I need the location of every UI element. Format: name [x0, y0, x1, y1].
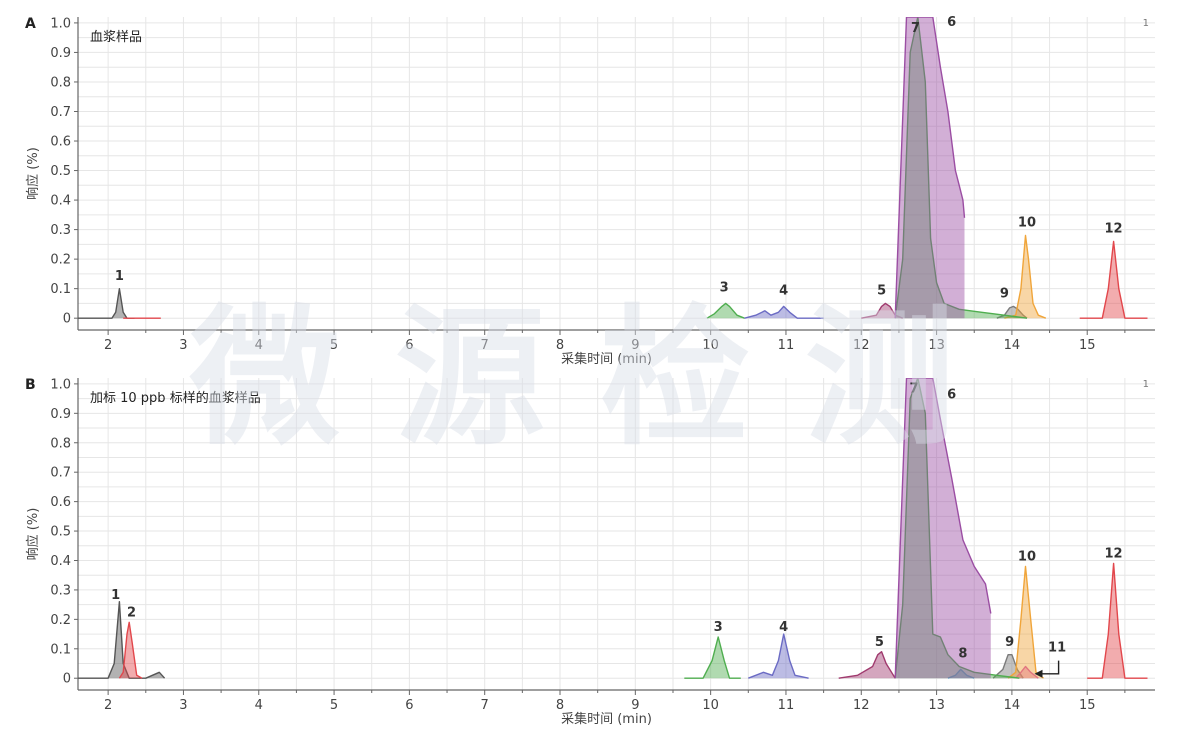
y-tick-label: 0.7 [50, 466, 71, 481]
peak-label: 8 [958, 647, 967, 662]
peak-label: 12 [1105, 547, 1123, 562]
x-tick-label: 5 [330, 698, 338, 713]
y-tick-label: 0.9 [50, 46, 71, 61]
corner-label: 1 [1143, 379, 1149, 390]
x-tick-label: 10 [702, 698, 719, 713]
peak-label: 6 [947, 15, 956, 30]
x-tick-label: 12 [853, 698, 870, 713]
x-tick-label: 7 [481, 698, 489, 713]
y-tick-label: 0.6 [50, 495, 71, 510]
series-group [78, 17, 1148, 319]
peak-label: 4 [779, 620, 788, 635]
peak-label: 10 [1018, 216, 1036, 231]
y-tick-label: 0.6 [50, 135, 71, 150]
y-tick-label: 0.3 [50, 223, 71, 238]
peak-label: 3 [714, 620, 723, 635]
y-tick-label: 0.4 [50, 194, 71, 209]
peak-label: 11 [1048, 641, 1066, 656]
x-tick-label: 13 [928, 698, 945, 713]
peak-label: 1 [115, 269, 124, 284]
y-tick-label: 0.4 [50, 554, 71, 569]
y-axis-title: 响应 (%) [25, 147, 41, 200]
x-tick-label: 8 [556, 698, 564, 713]
peak-label: 12 [1105, 222, 1123, 237]
y-tick-label: 0.5 [50, 164, 71, 179]
y-tick-label: 0 [63, 312, 71, 327]
panel-letter: A [25, 16, 36, 32]
y-tick-label: 0.7 [50, 105, 71, 120]
x-axis-title: 采集时间 (min) [561, 711, 652, 727]
panel-subtitle: 血浆样品 [90, 30, 142, 45]
peak-fill [748, 634, 809, 679]
peak-label: 1 [111, 588, 120, 603]
grid [78, 17, 1155, 330]
y-tick-label: 0.1 [50, 642, 71, 657]
y-tick-label: 0.2 [50, 253, 71, 268]
y-tick-label: 1.0 [50, 16, 71, 31]
peak-label: 5 [875, 635, 884, 650]
y-tick-label: 0 [63, 672, 71, 687]
y-tick-label: 0.1 [50, 282, 71, 297]
x-tick-label: 14 [1004, 698, 1021, 713]
y-tick-label: 0.3 [50, 583, 71, 598]
y-axis-title: 响应 (%) [25, 508, 41, 561]
x-tick-label: 15 [1079, 338, 1096, 353]
x-tick-label: 2 [104, 698, 112, 713]
y-tick-label: 1.0 [50, 377, 71, 392]
peak-fill [895, 17, 965, 319]
corner-label: 1 [1143, 18, 1149, 29]
y-tick-label: 0.5 [50, 525, 71, 540]
peak-label: 9 [1005, 635, 1014, 650]
y-tick-label: 0.8 [50, 436, 71, 451]
x-tick-label: 4 [255, 698, 263, 713]
y-tick-label: 0.2 [50, 613, 71, 628]
x-tick-label: 3 [179, 698, 187, 713]
x-tick-label: 3 [179, 338, 187, 353]
x-tick-label: 2 [104, 338, 112, 353]
x-tick-label: 15 [1079, 698, 1096, 713]
peak-label: 7 [911, 21, 920, 36]
x-tick-label: 9 [631, 698, 639, 713]
y-tick-label: 0.9 [50, 407, 71, 422]
y-tick-label: 0.8 [50, 75, 71, 90]
peak-fill [1079, 241, 1148, 319]
chromatogram-figure: 2 3 4 5 6 7 8 9 10 11 12 13 14 1500.10.20.30.40.50.60… [25, 15, 1155, 727]
x-tick-label: 11 [778, 698, 795, 713]
peak-label: 2 [127, 605, 136, 620]
panel-letter: B [25, 377, 36, 393]
watermark: 微源检测 [189, 292, 1010, 466]
x-tick-label: 6 [405, 698, 413, 713]
peak-label: 10 [1018, 549, 1036, 564]
